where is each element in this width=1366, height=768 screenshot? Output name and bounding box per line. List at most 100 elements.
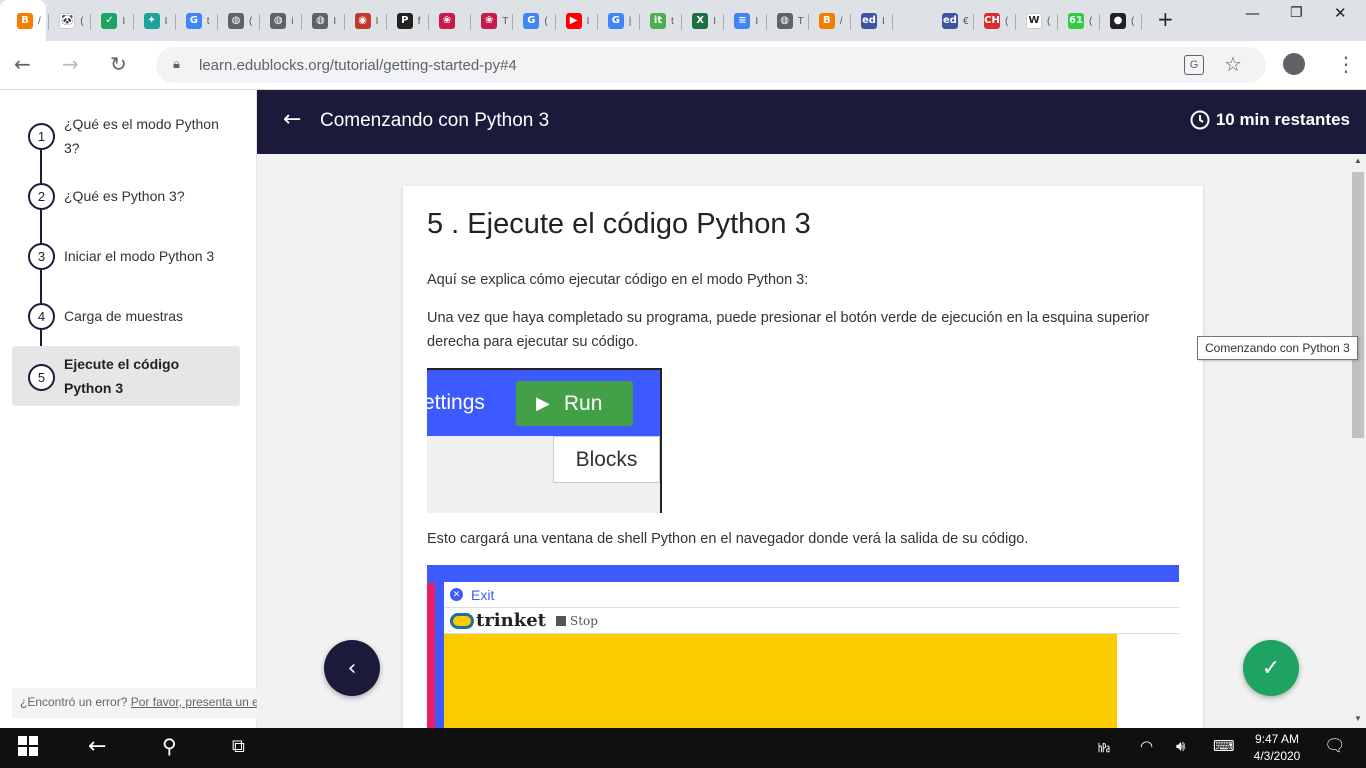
restore-button[interactable]: ❐ xyxy=(1290,5,1303,21)
trinket-shell-screenshot: ✕ Exit trinket Stop xyxy=(427,565,1179,728)
step-label: Carga de muestras xyxy=(64,308,184,324)
scroll-up-icon[interactable]: ▲ xyxy=(1354,156,1362,165)
taskbar-back-icon[interactable]: ← xyxy=(88,734,106,759)
lesson-heading: 5 . Ejecute el código Python 3 xyxy=(427,208,811,240)
browser-tab[interactable]: ◉ I xyxy=(346,6,379,36)
tab-separator xyxy=(1141,14,1142,30)
trinket-bar: trinket Stop xyxy=(444,608,1179,634)
lesson-paragraph-2: Una vez que haya completado su programa,… xyxy=(427,310,1150,350)
tab-title: I xyxy=(882,15,885,27)
back-arrow-icon[interactable]: ← xyxy=(283,107,301,132)
browser-tab[interactable]: ≡ I xyxy=(725,6,758,36)
url-text[interactable]: learn.edublocks.org/tutorial/getting-sta… xyxy=(199,57,517,74)
tab-separator xyxy=(807,14,809,30)
browser-tab[interactable]: Pf xyxy=(388,6,421,36)
back-icon[interactable]: ← xyxy=(14,54,31,74)
tab-title: I xyxy=(375,15,379,27)
notifications-icon[interactable]: 🗨︎ xyxy=(1324,736,1346,756)
sidebar-step-2[interactable]: 2 ¿Qué es Python 3? xyxy=(12,182,240,212)
volume-icon[interactable]: 🔊︎ xyxy=(1176,737,1185,755)
shell-output-area xyxy=(444,634,1117,728)
tab-title: € xyxy=(963,15,969,27)
browser-tab[interactable]: XI xyxy=(683,6,716,36)
browser-tab[interactable]: ✓ I xyxy=(92,6,125,36)
browser-tab[interactable]: G( xyxy=(514,6,548,36)
tab-separator xyxy=(892,14,894,30)
browser-tab[interactable]: 🐼( xyxy=(50,6,84,36)
profile-avatar-icon[interactable] xyxy=(1283,53,1305,75)
sidebar-step-5-active[interactable]: 5 Ejecute el código Python 3 xyxy=(12,346,240,406)
sidebar-step-1[interactable]: 1 ¿Qué es el modo Python 3? xyxy=(12,110,240,166)
report-error-link[interactable]: Por favor, presenta un error xyxy=(131,695,277,709)
step-label: Ejecute el código Python 3 xyxy=(64,356,180,396)
bookmark-star-icon[interactable]: ☆ xyxy=(1224,52,1242,76)
browser-tab[interactable]: ed € xyxy=(933,6,969,36)
keyboard-icon[interactable]: ⌨ xyxy=(1213,737,1235,755)
minimize-button[interactable]: — xyxy=(1245,4,1260,22)
browser-tab[interactable]: G | xyxy=(599,6,631,36)
browser-tab[interactable]: Gt xyxy=(177,6,210,36)
browser-tab[interactable]: B / xyxy=(8,6,41,36)
edublocks-icon: ed xyxy=(861,13,877,29)
globe-icon: ◍ xyxy=(270,13,287,29)
address-bar[interactable]: 🔒︎ learn.edublocks.org/tutorial/getting-… xyxy=(156,47,1266,83)
ime-icon[interactable]: ㍱ xyxy=(1098,739,1110,756)
system-clock[interactable]: 9:47 AM 4/3/2020 xyxy=(1246,731,1308,765)
browser-tab[interactable]: CH ( xyxy=(975,6,1008,36)
wifi-icon[interactable]: ◠ xyxy=(1140,737,1153,755)
sidebar-step-3[interactable]: 3 Iniciar el modo Python 3 xyxy=(12,242,240,272)
browser-tab[interactable]: B / xyxy=(810,6,843,36)
scrollbar-thumb[interactable] xyxy=(1352,172,1364,438)
complete-step-button[interactable]: ✓ xyxy=(1243,640,1299,696)
stop-label: Stop xyxy=(569,613,598,628)
sidebar-step-4[interactable]: 4 Carga de muestras xyxy=(12,302,240,332)
browser-tab[interactable]: ●( xyxy=(1101,6,1134,36)
reload-icon[interactable]: ↻ xyxy=(110,54,127,74)
trinket-window-image: ✕ Exit trinket Stop xyxy=(444,582,1179,728)
browser-tab[interactable]: ❀ xyxy=(430,6,460,36)
page-scrollbar[interactable]: ▲ ▼ xyxy=(1350,154,1366,728)
tutorial-sidebar: 1 ¿Qué es el modo Python 3? 2 ¿Qué es Py… xyxy=(0,90,289,728)
browser-tab[interactable]: ◍ I xyxy=(303,6,336,36)
tab-separator xyxy=(132,14,134,30)
editor-toolbar-image: ettings ▶ Run xyxy=(427,370,660,436)
title-tooltip: Comenzando con Python 3 xyxy=(1197,336,1358,360)
tab-title: t xyxy=(671,15,674,27)
error-prompt-text: ¿Encontró un error? xyxy=(20,695,128,709)
tab-separator xyxy=(1057,14,1058,30)
tab-title: ( xyxy=(80,15,84,27)
step-label: Iniciar el modo Python 3 xyxy=(64,248,215,264)
browser-tab[interactable]: W( xyxy=(1017,6,1050,36)
browser-tab[interactable]: ◍ i xyxy=(261,6,293,36)
ch-icon: CH xyxy=(984,13,1000,29)
docs-icon: ≡ xyxy=(734,13,751,29)
browser-tab[interactable]: ◍ T xyxy=(768,6,804,36)
window-close-button[interactable]: ✕ xyxy=(1334,4,1347,22)
tab-title: f xyxy=(417,15,421,27)
browser-tab[interactable]: ed I xyxy=(852,6,885,36)
scroll-down-icon[interactable]: ▼ xyxy=(1354,714,1362,723)
browser-tab[interactable]: ◍( xyxy=(219,6,252,36)
browser-tab[interactable]: ❀ T xyxy=(472,6,508,36)
forward-icon[interactable]: → xyxy=(62,54,79,74)
tab-separator xyxy=(973,14,974,30)
menu-kebab-icon[interactable]: ⋮ xyxy=(1336,54,1356,74)
tab-separator xyxy=(428,14,429,30)
translate-icon[interactable]: G xyxy=(1184,55,1204,75)
browser-tab[interactable]: 61 ( xyxy=(1059,6,1092,36)
windows-start-icon[interactable] xyxy=(18,736,38,761)
browser-tab[interactable]: ▶ I xyxy=(557,6,589,36)
blogger-icon: B xyxy=(818,13,835,29)
tab-title: i xyxy=(291,15,294,27)
task-view-icon[interactable]: ⧉ xyxy=(232,736,245,757)
windows-taskbar: ← ⚲ ⧉ ㍱ ◠ 🔊︎ ⌨ 9:47 AM 4/3/2020 🗨︎ xyxy=(0,728,1366,768)
tab-title: T xyxy=(502,15,509,27)
tab-separator xyxy=(385,14,387,30)
run-button-screenshot: ettings ▶ Run Blocks xyxy=(427,368,662,513)
exit-label: Exit xyxy=(471,586,495,603)
new-tab-button[interactable]: + xyxy=(1157,7,1174,31)
browser-tab[interactable]: it t xyxy=(641,6,674,36)
previous-step-button[interactable]: ‹ xyxy=(324,640,380,696)
taskbar-search-icon[interactable]: ⚲ xyxy=(162,734,177,758)
browser-tab[interactable]: ✦ I xyxy=(135,6,167,36)
